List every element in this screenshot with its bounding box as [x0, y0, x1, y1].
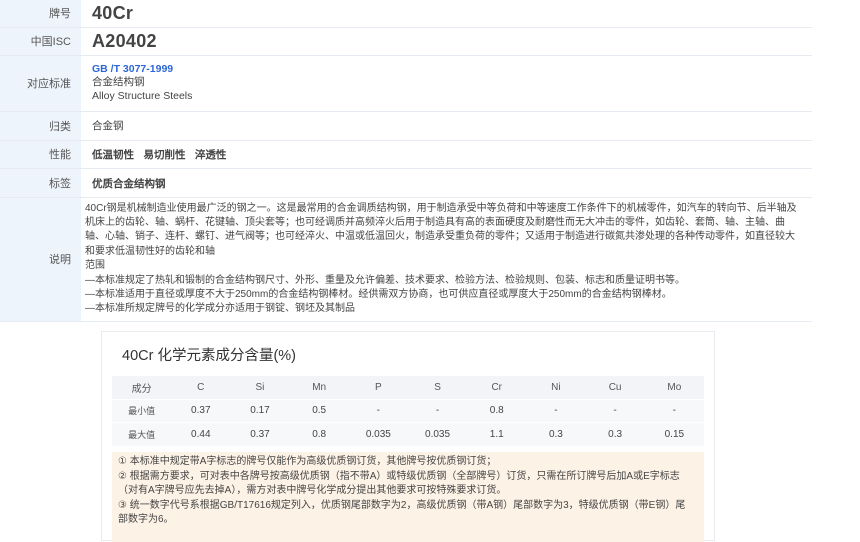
tag-row: 标签 优质合金结构钢 — [0, 168, 812, 198]
tag-label: 标签 — [0, 168, 81, 198]
header-cell: 成分 — [112, 376, 172, 400]
header-cell: Cu — [585, 376, 645, 400]
table-cell: 0.37 — [171, 399, 231, 423]
row-label-min: 最小值 — [112, 399, 172, 423]
table-cell: - — [526, 399, 586, 423]
desc-line: 轴、心轴、销子、连杆、螺钉、进气阀等；也可经淬火、中温或低温回火，制造承受重负荷… — [85, 231, 795, 243]
desc-line: —本标准规定了热轧和锻制的合金结构钢尺寸、外形、重量及允许偏差、技术要求、检验方… — [85, 274, 685, 286]
standard-cn-name: 合金结构钢 — [92, 76, 145, 88]
description-text: 40Cr钢是机械制造业使用最广泛的钢之一。这是最常用的合金调质结构钢，用于制造承… — [81, 197, 812, 322]
grade-row: 牌号 40Cr — [0, 0, 812, 28]
tag-cell: 优质合金结构钢 — [81, 168, 812, 198]
header-cell: Cr — [467, 376, 527, 400]
table-cell: 0.035 — [407, 422, 468, 447]
row-label-max: 最大值 — [112, 422, 172, 447]
header-cell: Mn — [289, 376, 349, 400]
table-cell: - — [585, 399, 645, 423]
desc-line: —本标准所规定牌号的化学成分亦适用于钢锭、钢坯及其制品 — [85, 303, 355, 315]
table-cell: 0.44 — [171, 422, 231, 447]
description-label: 说明 — [0, 197, 81, 322]
desc-line: 40Cr钢是机械制造业使用最广泛的钢之一。这是最常用的合金调质结构钢，用于制造承… — [85, 202, 797, 214]
table-cell: - — [644, 399, 704, 423]
property-tag: 低温韧性 — [92, 149, 134, 161]
table-cell: 0.3 — [526, 422, 586, 447]
desc-line: 和要求低温韧性好的齿轮和轴 — [85, 245, 215, 257]
composition-header-row: 成分 C Si Mn P S Cr Ni Cu Mo — [112, 376, 704, 400]
standard-code-link[interactable]: GB /T 3077-1999 — [92, 63, 812, 75]
steel-tag: 优质合金结构钢 — [92, 177, 166, 190]
table-cell: 0.035 — [348, 422, 408, 447]
property-label: 性能 — [0, 140, 81, 169]
header-cell: Ni — [526, 376, 586, 400]
note-line: 部数字为6。 — [118, 514, 174, 525]
property-tag: 淬透性 — [194, 149, 227, 161]
property-tag: 易切削性 — [143, 149, 186, 161]
desc-line: 范围 — [85, 260, 105, 272]
composition-notes: ① 本标准中规定带A字标志的牌号仅能作为高级优质钢订货，其他牌号按优质钢订货； … — [112, 452, 704, 542]
table-row: 最小值 0.37 0.17 0.5 - - 0.8 - - - — [112, 399, 704, 423]
table-cell: 0.3 — [585, 422, 645, 447]
isc-value: A20402 — [81, 27, 812, 56]
desc-line: 机床上的齿轮、轴、蜗杆、花键轴、顶尖套等；也可经调质并高频淬火后用于制造具有高的… — [85, 216, 785, 228]
header-cell: C — [171, 376, 231, 400]
table-cell: - — [407, 399, 468, 423]
description-row: 说明 40Cr钢是机械制造业使用最广泛的钢之一。这是最常用的合金调质结构钢，用于… — [0, 197, 812, 322]
table-cell: - — [348, 399, 408, 423]
standard-label: 对应标准 — [0, 55, 81, 112]
table-row: 最大值 0.44 0.37 0.8 0.035 0.035 1.1 0.3 0.… — [112, 422, 704, 447]
composition-panel: 40Cr 化学元素成分含量(%) 成分 C Si Mn P S Cr Ni Cu… — [101, 331, 715, 542]
property-cell: 低温韧性 易切削性 淬透性 — [81, 140, 812, 169]
table-cell: 0.8 — [467, 399, 527, 423]
table-cell: 0.5 — [289, 399, 349, 423]
note-line: ③ 统一数字代号系根据GB/T17616规定列入，优质钢尾部数字为2，高级优质钢… — [118, 499, 686, 511]
header-cell: S — [407, 376, 468, 400]
standard-row: 对应标准 GB /T 3077-1999 合金结构钢 Alloy Structu… — [0, 55, 812, 112]
category-label: 归类 — [0, 111, 81, 141]
isc-row: 中国ISC A20402 — [0, 27, 812, 56]
note-line: ① 本标准中规定带A字标志的牌号仅能作为高级优质钢订货，其他牌号按优质钢订货； — [118, 456, 497, 467]
property-row: 性能 低温韧性 易切削性 淬透性 — [0, 140, 812, 169]
composition-table: 成分 C Si Mn P S Cr Ni Cu Mo 最小值 0.37 0.17… — [112, 376, 704, 447]
category-value: 合金钢 — [81, 111, 812, 141]
table-cell: 1.1 — [467, 422, 527, 447]
table-cell: 0.8 — [289, 422, 349, 447]
standard-en-name: Alloy Structure Steels — [92, 90, 193, 102]
isc-label: 中国ISC — [0, 27, 81, 56]
composition-title: 40Cr 化学元素成分含量(%) — [122, 348, 297, 364]
spec-table: 牌号 40Cr 中国ISC A20402 对应标准 GB /T 3077-199… — [0, 0, 812, 322]
grade-label: 牌号 — [0, 0, 81, 28]
header-cell: Mo — [644, 376, 704, 400]
table-cell: 0.37 — [230, 422, 290, 447]
standard-cell: GB /T 3077-1999 合金结构钢 Alloy Structure St… — [81, 55, 812, 112]
header-cell: Si — [230, 376, 290, 400]
desc-line: —本标准适用于直径或厚度不大于250mm的合金结构钢棒材。经供需双方协商，也可供… — [85, 288, 672, 300]
header-cell: P — [348, 376, 408, 400]
category-row: 归类 合金钢 — [0, 111, 812, 141]
note-line: （对有A字牌号应先去掉A），需方对表中牌号化学成分提出其他要求可按特殊要求订货。 — [118, 485, 507, 496]
table-cell: 0.15 — [644, 422, 704, 447]
note-line: ② 根据需方要求，可对表中各牌号按高级优质钢（指不带A）或特级优质钢（全部牌号）… — [118, 470, 680, 482]
grade-value: 40Cr — [81, 0, 812, 28]
table-cell: 0.17 — [230, 399, 290, 423]
